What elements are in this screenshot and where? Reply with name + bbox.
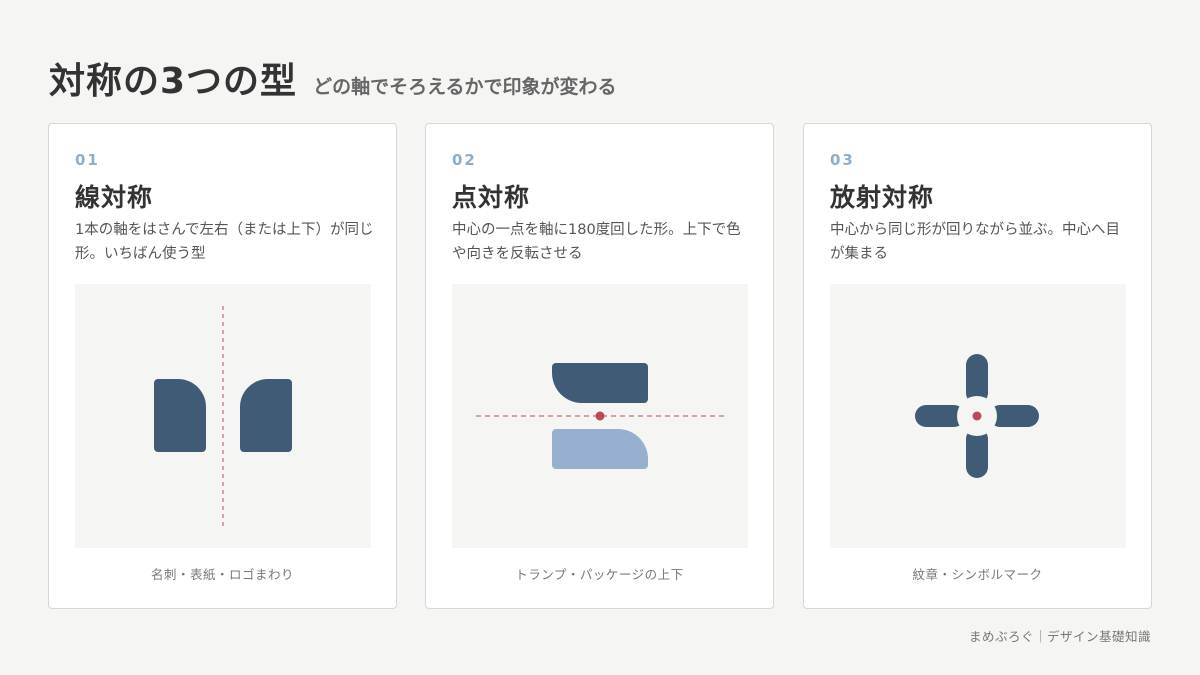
card-caption: 名刺・表紙・ロゴまわり bbox=[150, 567, 294, 582]
bottom-shape bbox=[552, 429, 648, 469]
card-title: 線対称 bbox=[75, 183, 154, 212]
point-symmetry-diagram bbox=[452, 284, 748, 548]
left-shape bbox=[154, 379, 206, 452]
right-shape bbox=[240, 379, 292, 452]
card-title: 点対称 bbox=[452, 183, 531, 212]
center-point bbox=[595, 411, 605, 421]
card-number: 01 bbox=[75, 151, 100, 169]
card-title: 放射対称 bbox=[830, 183, 935, 212]
card-description: 中心から同じ形が回りながら並ぶ。中心へ目が集まる bbox=[830, 222, 1120, 262]
footer-credit: まめぶろぐ｜デザイン基礎知識 bbox=[968, 629, 1151, 644]
page-title: 対称の3つの型 bbox=[49, 61, 298, 102]
page-header: 対称の3つの型 どの軸でそろえるかで印象が変わる bbox=[49, 52, 617, 104]
card-caption: トランプ・パッケージの上下 bbox=[515, 567, 684, 582]
card-description: 1本の軸をはさんで左右（または上下）が同じ形。いちばん使う型 bbox=[75, 222, 374, 262]
card-number: 02 bbox=[452, 151, 477, 169]
card-point-symmetry: 02 点対称 中心の一点を軸に180度回した形。上下で色や向きを反転させる トラ… bbox=[425, 123, 774, 609]
line-symmetry-diagram bbox=[75, 284, 371, 548]
top-shape bbox=[552, 363, 648, 403]
radial-symmetry-diagram bbox=[830, 284, 1126, 548]
card-description: 中心の一点を軸に180度回した形。上下で色や向きを反転させる bbox=[452, 222, 741, 262]
card-radial-symmetry: 03 放射対称 中心から同じ形が回りながら並ぶ。中心へ目が集まる 紋章・シンボル… bbox=[803, 123, 1152, 609]
card-caption: 紋章・シンボルマーク bbox=[912, 567, 1043, 582]
card-line-symmetry: 01 線対称 1本の軸をはさんで左右（または上下）が同じ形。いちばん使う型 名刺… bbox=[48, 123, 397, 609]
center-point bbox=[972, 411, 982, 421]
page-subtitle: どの軸でそろえるかで印象が変わる bbox=[313, 76, 617, 98]
card-number: 03 bbox=[830, 151, 855, 169]
